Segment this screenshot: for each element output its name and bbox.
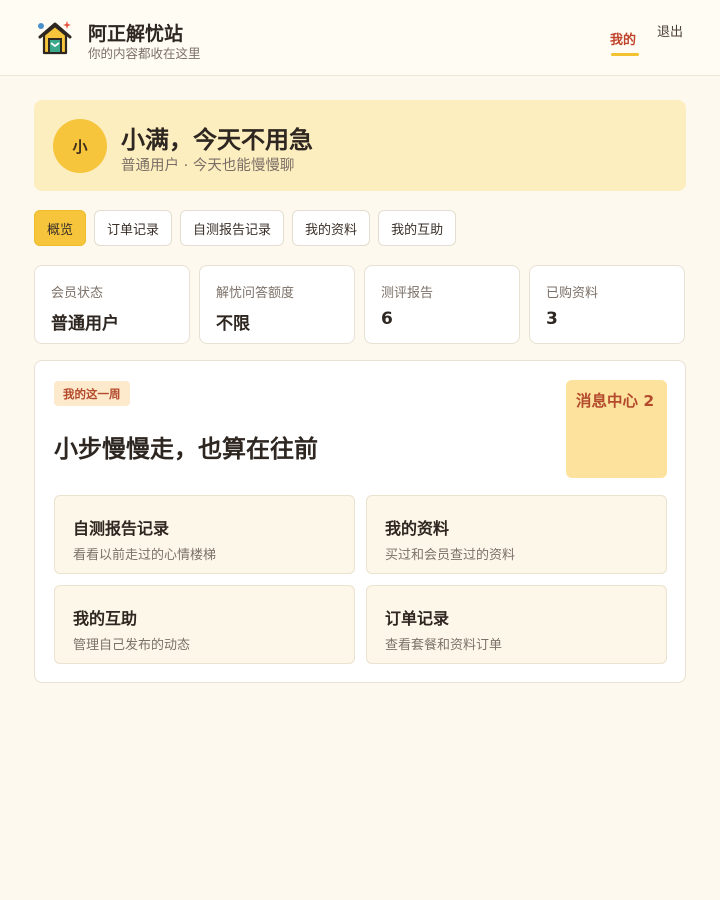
greeting-subtitle: 普通用户 · 今天也能慢慢聊 [121, 158, 295, 174]
nav-active-indicator [611, 53, 639, 56]
shortcut-my-materials[interactable]: 我的资料 买过和会员查过的资料 [366, 495, 667, 574]
avatar: 小 [53, 119, 107, 173]
stats-row: 会员状态 普通用户 解忧问答额度 不限 测评报告 6 已购资料 3 [34, 265, 685, 344]
stat-card-purchased-materials: 已购资料 3 [529, 265, 685, 344]
tab-overview[interactable]: 概览 [34, 210, 87, 246]
tab-self-test-reports[interactable]: 自测报告记录 [180, 210, 285, 246]
stat-label: 测评报告 [381, 286, 434, 301]
weekly-panel: 我的这一周 小步慢慢走，也算在往前 消息中心 2 自测报告记录 看看以前走过的心… [34, 360, 686, 683]
stat-label: 会员状态 [51, 286, 104, 301]
stat-card-membership: 会员状态 普通用户 [34, 265, 190, 344]
card-description: 看看以前走过的心情楼梯 [73, 548, 217, 563]
card-description: 管理自己发布的动态 [73, 638, 191, 653]
message-center-button[interactable]: 消息中心 2 [566, 380, 667, 478]
stat-label: 解忧问答额度 [216, 286, 295, 301]
tab-my-materials[interactable]: 我的资料 [292, 210, 371, 246]
week-title: 小步慢慢走，也算在往前 [54, 435, 318, 463]
stat-value: 不限 [216, 314, 250, 334]
card-description: 买过和会员查过的资料 [385, 548, 516, 563]
stat-card-reports: 测评报告 6 [364, 265, 520, 344]
house-icon[interactable] [36, 18, 74, 56]
card-description: 查看套餐和资料订单 [385, 638, 503, 653]
stat-value: 3 [546, 309, 558, 329]
card-title: 订单记录 [385, 609, 450, 628]
stat-value: 普通用户 [51, 314, 119, 334]
card-title: 自测报告记录 [73, 519, 170, 538]
card-title: 我的互助 [73, 609, 138, 628]
shortcut-grid: 自测报告记录 看看以前走过的心情楼梯 我的资料 买过和会员查过的资料 我的互助 … [54, 495, 667, 664]
logout-link[interactable]: 退出 [657, 21, 683, 40]
site-subtitle: 你的内容都收在这里 [88, 46, 201, 61]
site-title: 阿正解忧站 [88, 23, 184, 45]
nav-mine-link[interactable]: 我的 [610, 29, 636, 48]
stat-value: 6 [381, 309, 393, 329]
tab-bar: 概览 订单记录 自测报告记录 我的资料 我的互助 [34, 210, 457, 246]
week-badge: 我的这一周 [54, 381, 130, 406]
shortcut-orders[interactable]: 订单记录 查看套餐和资料订单 [366, 585, 667, 664]
greeting-title: 小满，今天不用急 [121, 126, 313, 154]
stat-label: 已购资料 [546, 286, 599, 301]
tab-my-mutual-help[interactable]: 我的互助 [378, 210, 457, 246]
profile-banner: 小 小满，今天不用急 普通用户 · 今天也能慢慢聊 [34, 100, 686, 191]
card-title: 我的资料 [385, 519, 450, 538]
shortcut-my-mutual-help[interactable]: 我的互助 管理自己发布的动态 [54, 585, 355, 664]
top-header: 阿正解忧站 你的内容都收在这里 我的 退出 [0, 0, 720, 76]
tab-orders[interactable]: 订单记录 [94, 210, 173, 246]
stat-card-qa-quota: 解忧问答额度 不限 [199, 265, 355, 344]
shortcut-self-test-reports[interactable]: 自测报告记录 看看以前走过的心情楼梯 [54, 495, 355, 574]
